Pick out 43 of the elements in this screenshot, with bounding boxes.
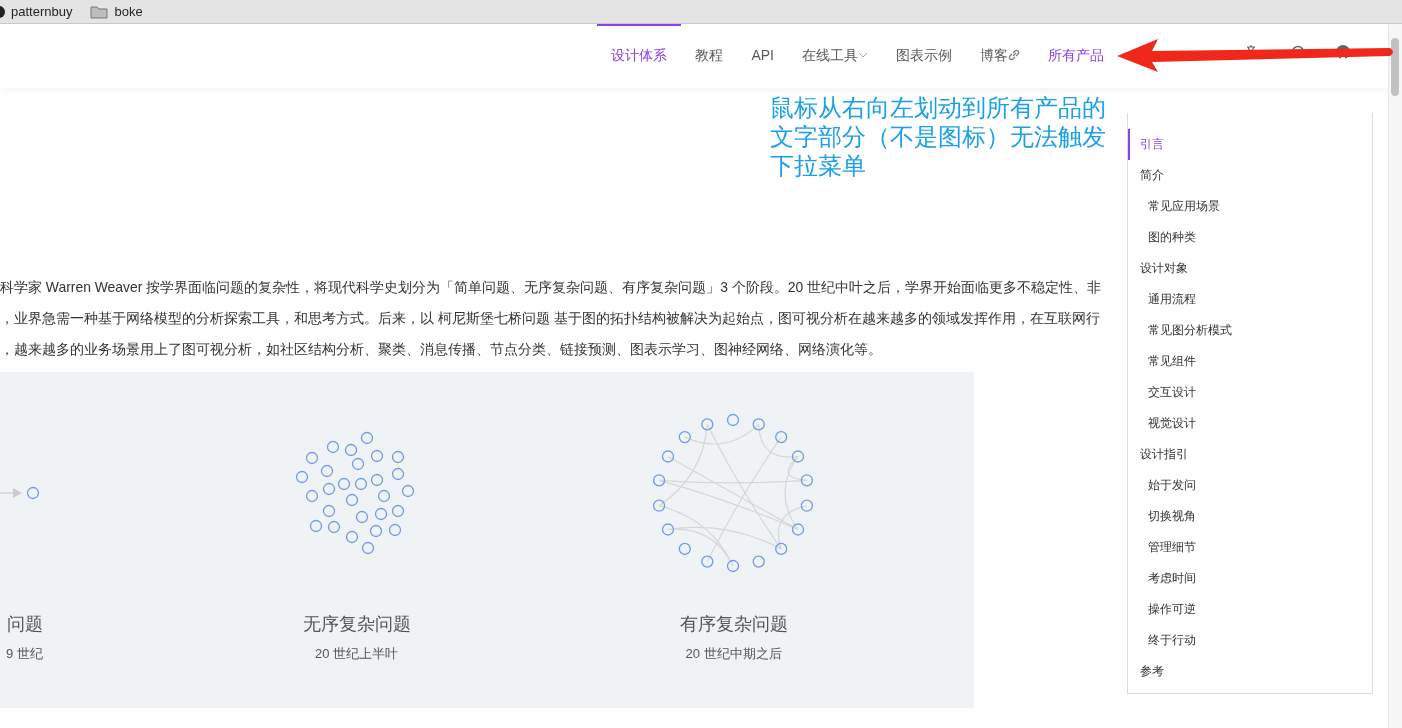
toc-link[interactable]: 交互设计 <box>1128 377 1372 408</box>
paragraph-line: 科学家 Warren Weaver 按学界面临问题的复杂性，将现代科学史划分为「简单问题、无序复杂问题、有序复杂问题」3 个阶段。20 世纪中叶之后，学界开始面临更多不稳定性、非 <box>0 278 1103 297</box>
toc-link[interactable]: 操作可逆 <box>1128 594 1372 625</box>
nav-link[interactable]: API <box>737 24 788 88</box>
toc-link[interactable]: 引言 <box>1128 129 1372 160</box>
stage-title: 无序复杂问题 <box>302 613 411 636</box>
toc-link[interactable]: 管理细节 <box>1128 532 1372 563</box>
bookmark-link[interactable]: patternbuy <box>0 1 73 22</box>
toc-link[interactable]: 终于行动 <box>1128 625 1372 656</box>
toc-link[interactable]: 始于发问 <box>1128 470 1372 501</box>
nav-link[interactable]: 博客 <box>966 24 1034 88</box>
stage-subtitle: 20 世纪上半叶 <box>314 645 399 663</box>
toc-link[interactable]: 常见组件 <box>1128 346 1372 377</box>
toc-link[interactable]: 常见图分析模式 <box>1128 315 1372 346</box>
chevron-down-icon <box>858 51 868 59</box>
toc-link[interactable]: 图的种类 <box>1128 222 1372 253</box>
globe-icon <box>0 5 5 18</box>
toc-link[interactable]: 参考 <box>1128 656 1372 687</box>
toc-link[interactable]: 通用流程 <box>1128 284 1372 315</box>
toc-link[interactable]: 常见应用场景 <box>1128 191 1372 222</box>
nav-link[interactable]: 设计体系 <box>597 24 682 88</box>
stage-title: 有序复杂问题 <box>679 613 788 636</box>
nav-link[interactable]: 图表示例 <box>882 24 966 88</box>
nav-link[interactable]: 所有产品 <box>1034 24 1118 88</box>
nav-link[interactable]: 教程 <box>681 24 738 88</box>
toc-link[interactable]: 切换视角 <box>1128 501 1372 532</box>
link-icon <box>1008 49 1020 61</box>
stage-subtitle: 20 世纪中期之后 <box>685 645 782 663</box>
stage-subtitle: 9 世纪 <box>6 645 43 663</box>
toc-link[interactable]: 视觉设计 <box>1128 408 1372 439</box>
toc-link[interactable]: 简介 <box>1128 160 1372 191</box>
paragraph-line: ，越来越多的业务场景用上了图可视分析，如社区结构分析、聚类、消息传播、节点分类、链接预测、图表示学习、图神经网络、网络演化等。 <box>0 340 883 359</box>
toc-link[interactable]: 设计指引 <box>1128 439 1372 470</box>
arrow-node-drawing <box>0 486 40 500</box>
annotation-text: 鼠标从右向左划动到所有产品的文字部分（不是图标）无法触发下拉菜单 <box>770 93 1107 180</box>
toc-link[interactable]: 考虑时间 <box>1128 563 1372 594</box>
bookmark-link[interactable]: boke <box>90 1 143 22</box>
toc-link[interactable]: 设计对象 <box>1128 253 1372 284</box>
paragraph-line: ，业界急需一种基于网络模型的分析探索工具，和思考方式。后来，以 柯尼斯堡七桥问题 基于图的拓扑结构被解决为起始点，图可视分析在越来越多的领域发挥作用，在互联网行 <box>0 309 1101 328</box>
stage-title: 问题 <box>6 613 43 636</box>
scrollbar-thumb[interactable] <box>1391 38 1399 96</box>
folder-icon <box>90 4 109 19</box>
nav-link[interactable]: 在线工具 <box>788 24 882 88</box>
